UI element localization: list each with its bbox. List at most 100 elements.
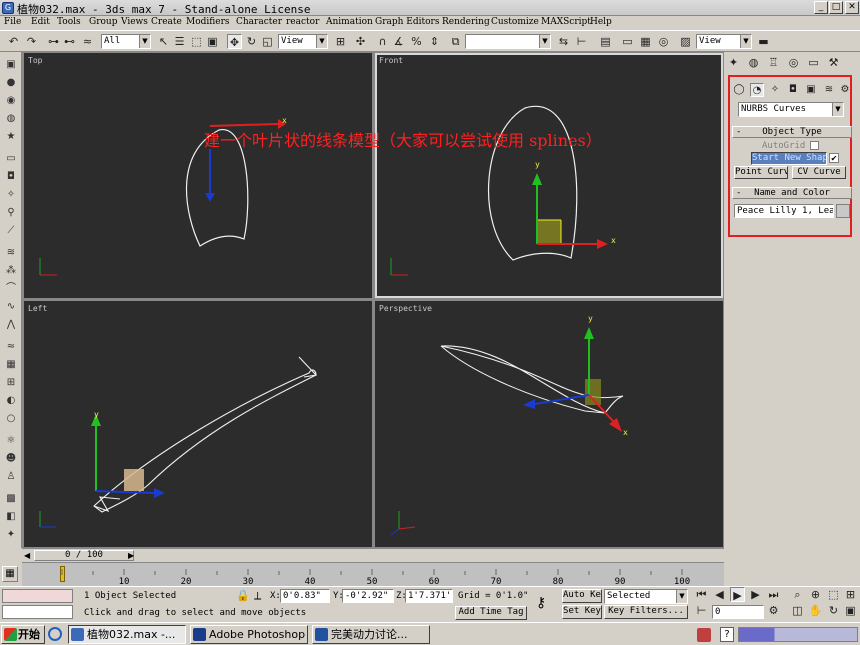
tray-app-icon[interactable] bbox=[697, 628, 711, 642]
key-mode-dropdown[interactable]: Selected ▼ bbox=[604, 589, 688, 604]
unlink-icon[interactable]: ⊷ bbox=[62, 34, 77, 49]
modifier-ffd-icon[interactable]: ▦ bbox=[4, 358, 18, 372]
create-star-icon[interactable]: ★ bbox=[4, 130, 18, 144]
material-editor-icon[interactable]: ◎ bbox=[656, 34, 671, 49]
menu-tools[interactable]: Tools bbox=[57, 17, 81, 27]
chevron-left-icon[interactable]: ◀ bbox=[24, 550, 32, 561]
taskbar-item-photoshop[interactable]: Adobe Photoshop bbox=[190, 625, 308, 644]
maximize-viewport-icon[interactable]: ▣ bbox=[843, 603, 858, 618]
edit-named-selection-icon[interactable]: ⧉ bbox=[448, 34, 463, 49]
viewport-top[interactable]: Top x bbox=[24, 53, 372, 298]
snap-toggle-icon[interactable]: ∩ bbox=[375, 34, 390, 49]
taskbar-item-3dsmax[interactable]: 植物032.max -... bbox=[68, 625, 186, 644]
hierarchy-tab-icon[interactable]: ♖ bbox=[766, 55, 781, 70]
modifier-twist-icon[interactable]: ∿ bbox=[4, 300, 18, 314]
object-color-swatch[interactable] bbox=[836, 204, 850, 218]
space-warp-icon[interactable]: ≋ bbox=[4, 246, 18, 260]
menu-maxscript[interactable]: MAXScript bbox=[541, 17, 591, 27]
zoom-extents-all-icon[interactable]: ⊞ bbox=[843, 587, 858, 602]
systems-icon[interactable]: ⚙ bbox=[838, 83, 852, 97]
create-plane-icon[interactable]: ▭ bbox=[4, 152, 18, 166]
modifier-shell-icon[interactable]: ◐ bbox=[4, 394, 18, 408]
open-mini-curve-editor-icon[interactable]: ▦ bbox=[2, 566, 18, 582]
play-icon[interactable]: ▶ bbox=[730, 587, 745, 602]
create-sphere-icon[interactable]: ● bbox=[4, 76, 18, 90]
biped-icon[interactable]: ♙ bbox=[4, 470, 18, 484]
modify-tab-icon[interactable]: ◍ bbox=[746, 55, 761, 70]
redo-icon[interactable]: ↷ bbox=[24, 34, 39, 49]
chevron-right-icon[interactable]: ▶ bbox=[128, 550, 136, 561]
undo-icon[interactable]: ↶ bbox=[6, 34, 21, 49]
create-tab-icon[interactable]: ✦ bbox=[726, 55, 741, 70]
menu-create[interactable]: Create bbox=[151, 17, 182, 27]
z-coordinate-field[interactable]: 1'7.371' bbox=[405, 589, 453, 603]
create-box-icon[interactable]: ▣ bbox=[4, 58, 18, 72]
modifier-bend-icon[interactable]: ⌒ bbox=[4, 282, 18, 296]
select-object-icon[interactable]: ↖ bbox=[156, 34, 171, 49]
viewport-perspective[interactable]: Perspective y x bbox=[375, 301, 723, 547]
motion-tab-icon[interactable]: ◎ bbox=[786, 55, 801, 70]
x-coordinate-field[interactable]: 0'0.83" bbox=[280, 589, 330, 603]
track-bar[interactable]: ▦ 10 20 30 40 50 60 70 80 90 100 bbox=[2, 562, 724, 587]
percent-snap-icon[interactable]: % bbox=[409, 34, 424, 49]
menu-views[interactable]: Views bbox=[121, 17, 148, 27]
viewport-front[interactable]: Front y x bbox=[375, 53, 723, 298]
utilities-tab-icon[interactable]: ⚒ bbox=[826, 55, 841, 70]
menu-help[interactable]: Help bbox=[590, 17, 612, 27]
cameras-icon[interactable]: ◘ bbox=[786, 83, 800, 97]
menu-modifiers[interactable]: Modifiers bbox=[186, 17, 230, 27]
start-new-shape-button[interactable]: Start New Shape bbox=[751, 152, 827, 165]
viewport-left[interactable]: Left y bbox=[24, 301, 372, 547]
modifier-taper-icon[interactable]: ⋀ bbox=[4, 318, 18, 332]
time-configuration-icon[interactable]: ⚙ bbox=[766, 603, 781, 618]
select-scale-icon[interactable]: ◱ bbox=[260, 34, 275, 49]
render-icon[interactable]: ▩ bbox=[4, 492, 18, 506]
curve-editor-icon[interactable]: ▭ bbox=[620, 34, 635, 49]
go-to-end-icon[interactable]: ⏭ bbox=[766, 587, 781, 602]
modifier-spherify-icon[interactable]: ○ bbox=[4, 412, 18, 426]
menu-group[interactable]: Group bbox=[89, 17, 117, 27]
set-key-icon[interactable]: ⚷ bbox=[536, 593, 558, 613]
lock-selection-icon[interactable]: 🔒 bbox=[236, 589, 250, 603]
time-slider-thumb[interactable]: 0 / 100 bbox=[34, 550, 134, 561]
angle-snap-icon[interactable]: ∡ bbox=[391, 34, 406, 49]
field-of-view-icon[interactable]: ◫ bbox=[790, 603, 805, 618]
menu-file[interactable]: File bbox=[4, 17, 21, 27]
next-frame-icon[interactable]: ▶ bbox=[748, 587, 763, 602]
pivot-center-icon[interactable]: ⊞ bbox=[333, 34, 348, 49]
mirror-icon[interactable]: ⇆ bbox=[556, 34, 571, 49]
layer-manager-icon[interactable]: ▤ bbox=[598, 34, 613, 49]
zoom-icon[interactable]: ⌕ bbox=[790, 587, 805, 602]
display-tab-icon[interactable]: ▭ bbox=[806, 55, 821, 70]
absolute-mode-icon[interactable]: ⟂ bbox=[254, 589, 268, 603]
start-new-shape-checkbox[interactable]: ✔ bbox=[829, 153, 839, 163]
particle-icon[interactable]: ⁂ bbox=[4, 264, 18, 278]
effects-icon[interactable]: ✦ bbox=[4, 528, 18, 542]
modifier-noise-icon[interactable]: ≈ bbox=[4, 340, 18, 354]
select-link-icon[interactable]: ⊶ bbox=[46, 34, 61, 49]
maximize-button[interactable]: □ bbox=[829, 1, 843, 14]
time-slider[interactable]: ◀ 0 / 100 ▶ bbox=[22, 548, 724, 562]
set-key-button[interactable]: Set Key bbox=[562, 605, 602, 619]
lights-icon[interactable]: ✧ bbox=[768, 83, 782, 97]
align-icon[interactable]: ⊢ bbox=[574, 34, 589, 49]
maxscript-listener-white[interactable] bbox=[2, 605, 73, 619]
cv-curve-button[interactable]: CV Curve bbox=[792, 166, 846, 179]
taskbar-item-forum[interactable]: 完美动力讨论... bbox=[312, 625, 430, 644]
3ds-max-icon[interactable]: G bbox=[2, 2, 14, 14]
create-light-icon[interactable]: ✧ bbox=[4, 188, 18, 202]
create-torus-icon[interactable]: ◉ bbox=[4, 94, 18, 108]
start-button[interactable]: 开始 bbox=[1, 625, 45, 644]
helpers-icon[interactable]: ▣ bbox=[804, 83, 818, 97]
name-and-color-rollout[interactable]: - Name and Color bbox=[732, 187, 852, 199]
character-icon[interactable]: ☻ bbox=[4, 452, 18, 466]
environment-icon[interactable]: ◧ bbox=[4, 510, 18, 524]
modifier-lattice-icon[interactable]: ⊞ bbox=[4, 376, 18, 390]
minimize-button[interactable]: _ bbox=[814, 1, 828, 14]
create-tape-icon[interactable]: ⟋ bbox=[4, 224, 18, 238]
select-rotate-icon[interactable]: ↻ bbox=[244, 34, 259, 49]
render-scene-icon[interactable]: ▨ bbox=[678, 34, 693, 49]
create-camera-icon[interactable]: ◘ bbox=[4, 170, 18, 184]
zoom-extents-icon[interactable]: ⬚ bbox=[826, 587, 841, 602]
browser-quicklaunch-icon[interactable] bbox=[48, 627, 62, 641]
